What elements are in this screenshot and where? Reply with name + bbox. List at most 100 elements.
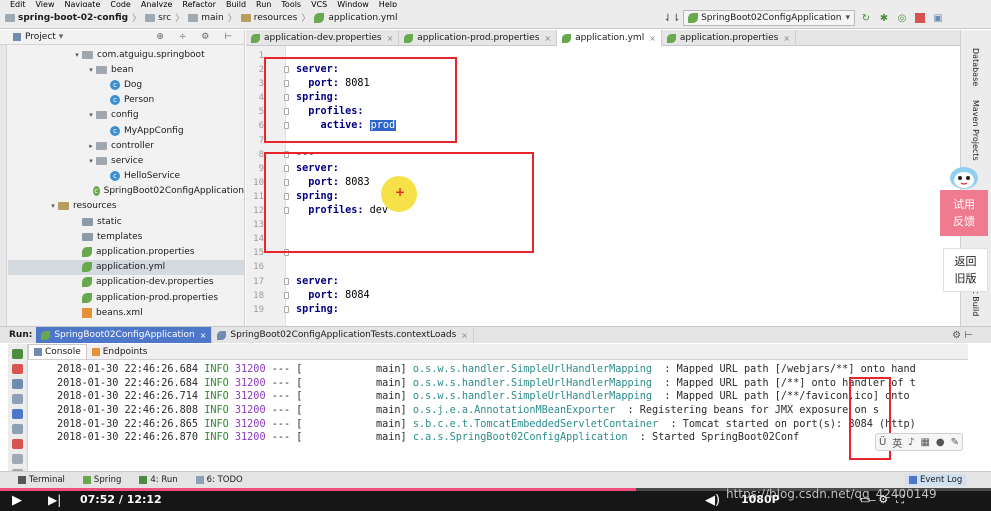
tree-node[interactable]: ▾ service (8, 153, 244, 168)
tree-node[interactable]: beans.xml (8, 305, 244, 320)
chevron-down-icon[interactable]: ▾ (86, 157, 96, 165)
log-thread: main (376, 377, 401, 389)
run-tool-tab[interactable]: 4: Run (139, 475, 178, 485)
tree-node[interactable]: ▾ bean (8, 62, 244, 77)
tree-node[interactable]: c MyAppConfig (8, 123, 244, 138)
breadcrumb-resources[interactable]: resources (254, 13, 298, 23)
breadcrumb-src[interactable]: src (158, 13, 171, 23)
pin-icon[interactable] (12, 454, 23, 464)
run-configuration-select[interactable]: SpringBoot02ConfigApplication ▾ (683, 10, 855, 26)
ime-icon[interactable]: Ü (879, 437, 886, 448)
line-number: 10 (253, 177, 264, 188)
todo-tool-tab[interactable]: 6: TODO (195, 475, 243, 485)
tree-node[interactable]: ▸ controller (8, 138, 244, 153)
rerun-icon[interactable] (12, 349, 23, 359)
tree-node[interactable]: static (8, 214, 244, 229)
volume-icon[interactable]: ◀) (705, 493, 720, 508)
editor-tab[interactable]: application.yml × (557, 30, 662, 46)
fold-marker-icon[interactable] (284, 277, 289, 285)
tree-node[interactable]: ▾ com.atguigu.springboot (8, 47, 244, 62)
stop-icon[interactable] (12, 364, 23, 374)
console-output[interactable]: 2018-01-30 22:46:26.684 INFO 31200 --- [… (28, 361, 968, 471)
chevron-down-icon[interactable]: ▾ (86, 111, 96, 119)
keyboard-icon[interactable]: ▦ (921, 437, 930, 448)
tree-node[interactable]: ▾ config (8, 108, 244, 123)
editor-tab[interactable]: application-prod.properties × (399, 30, 558, 46)
settings-icon[interactable] (12, 424, 23, 434)
maven-tool-tab[interactable]: Maven Projects (971, 100, 980, 161)
endpoints-icon (91, 347, 100, 356)
chevron-down-icon[interactable]: ▾ (59, 32, 64, 42)
line-number: 1 (258, 51, 264, 61)
tree-node[interactable]: application-prod.properties (8, 290, 244, 305)
next-icon[interactable]: ▶| (48, 493, 61, 507)
close-icon[interactable]: × (200, 331, 207, 340)
language-icon[interactable]: 英 (892, 435, 902, 450)
run-tab-tests[interactable]: SpringBoot02ConfigApplicationTests.conte… (212, 327, 474, 343)
tree-node[interactable]: application.properties (8, 244, 244, 259)
build-icon[interactable]: ⇃⇂ (664, 11, 681, 25)
rerun-icon[interactable]: ↻ (859, 11, 873, 25)
close-icon[interactable]: × (387, 34, 394, 43)
code-editor[interactable]: 1 2 server: 3 port: 8081 4 spring: 5 profiles:… (246, 46, 960, 326)
resource-folder-icon (58, 202, 69, 211)
restore-layout-icon[interactable] (12, 394, 23, 404)
run-label: Run: (9, 330, 33, 340)
pause-icon[interactable] (12, 379, 23, 389)
editor-tab[interactable]: application.properties × (662, 30, 797, 46)
tree-node[interactable]: templates (8, 229, 244, 244)
back-to-old-version-button[interactable]: 返回 旧版 (943, 248, 988, 292)
breadcrumb-main[interactable]: main (201, 13, 224, 23)
tree-node[interactable]: c SpringBoot02ConfigApplication (8, 184, 244, 199)
code-text: server: (296, 275, 339, 289)
chevron-right-icon[interactable]: ▸ (86, 142, 96, 150)
tree-node[interactable]: application.yml (8, 259, 244, 275)
log-logger: o.s.w.s.handler.SimpleUrlHandlerMapping (412, 364, 653, 375)
close-icon[interactable]: × (649, 34, 656, 43)
exit-icon[interactable] (12, 439, 23, 449)
spring-class-icon: c (92, 186, 100, 197)
close-icon[interactable]: × (461, 331, 468, 340)
folder-icon (5, 13, 15, 22)
editor-tab[interactable]: application-dev.properties × (246, 30, 400, 46)
chevron-down-icon[interactable]: ▾ (86, 66, 96, 74)
event-log-button[interactable]: Event Log (905, 474, 967, 486)
mic-icon[interactable]: ♪ (908, 437, 914, 448)
tab-endpoints[interactable]: Endpoints (87, 344, 153, 359)
line-number: 2 (258, 65, 264, 76)
spring-tool-tab[interactable]: Spring (82, 475, 121, 485)
terminal-tool-tab[interactable]: Terminal (18, 475, 65, 485)
chevron-down-icon[interactable]: ▾ (48, 202, 58, 210)
dump-threads-icon[interactable] (12, 409, 23, 419)
close-icon[interactable]: × (783, 34, 790, 43)
breadcrumb-file[interactable]: application.yml (328, 13, 397, 23)
tree-node[interactable]: c Dog (8, 77, 244, 92)
coverage-icon[interactable]: ◎ (895, 11, 909, 25)
tree-node[interactable]: application-dev.properties (8, 275, 244, 290)
debug-icon[interactable]: ✱ (877, 11, 891, 25)
project-panel-tools[interactable]: ⊕ ÷ ⚙ ⊢ (156, 32, 238, 42)
project-structure-icon[interactable]: ▣ (931, 11, 945, 25)
database-tool-tab[interactable]: Database (971, 48, 980, 86)
breadcrumb-project[interactable]: spring-boot-02-config (18, 13, 128, 23)
code-line: 17 server: (246, 275, 960, 289)
log-level: INFO (204, 391, 229, 403)
stop-icon[interactable] (913, 11, 927, 25)
spring-file-icon (82, 292, 92, 303)
wrench-icon[interactable]: ✎ (951, 437, 959, 448)
fold-marker-icon[interactable] (284, 291, 289, 299)
user-icon[interactable]: ● (936, 437, 945, 448)
run-tab-application[interactable]: SpringBoot02ConfigApplication × (36, 327, 213, 343)
line-number: 9 (258, 163, 264, 174)
gear-icon[interactable]: ⚙ ⊢ (952, 330, 973, 341)
close-icon[interactable]: × (544, 34, 551, 43)
play-icon[interactable]: ▶ (12, 493, 22, 508)
feedback-button[interactable]: 试用 反馈 (940, 190, 988, 236)
tree-node[interactable]: c Person (8, 93, 244, 108)
project-panel-title[interactable]: Project (25, 32, 56, 42)
tab-console[interactable]: Console (28, 344, 87, 359)
tree-node[interactable]: ▾ resources (8, 199, 244, 214)
tree-node[interactable]: c HelloService (8, 169, 244, 184)
fold-marker-icon[interactable] (284, 305, 289, 313)
chevron-down-icon[interactable]: ▾ (72, 51, 82, 59)
